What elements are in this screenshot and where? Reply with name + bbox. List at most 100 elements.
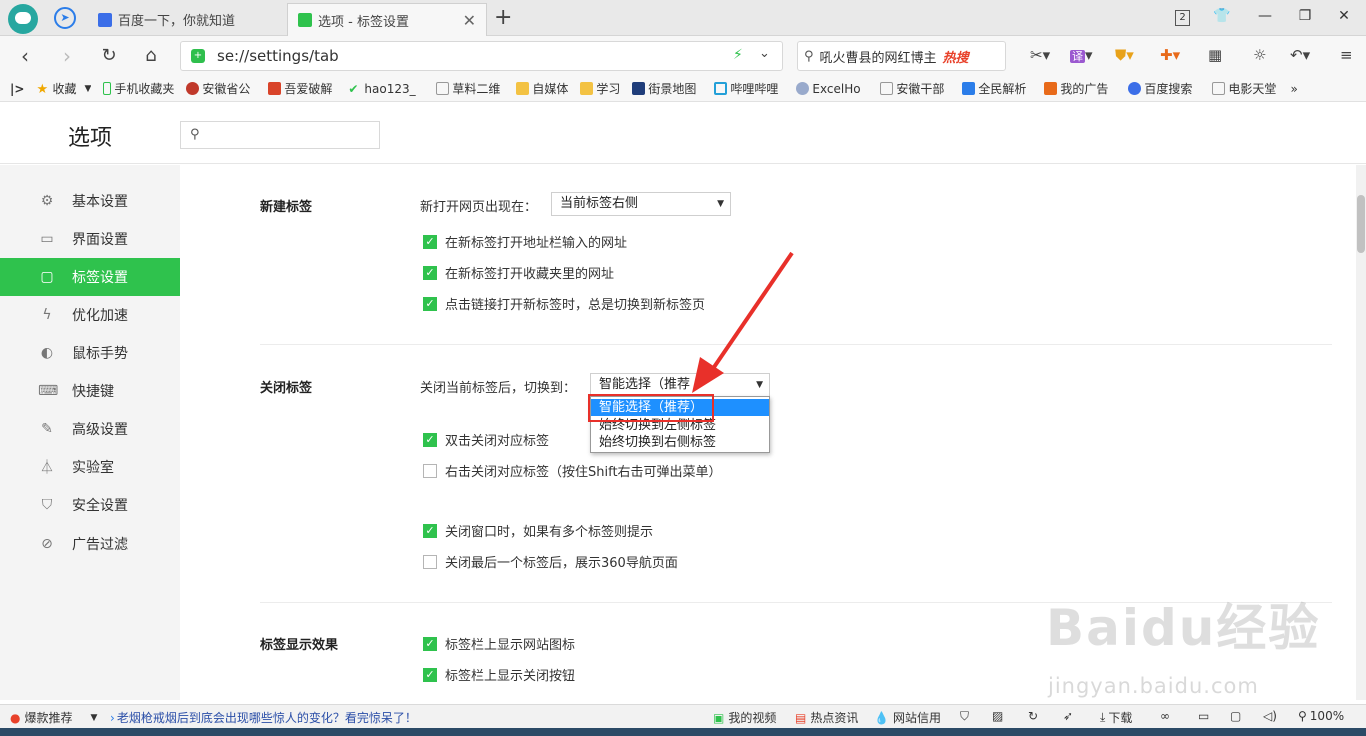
options-search-input[interactable]: ⚲: [180, 121, 380, 149]
search-input[interactable]: ⚲ 吼火曹县的网红博主 热搜: [797, 41, 1006, 71]
bookmark-item[interactable]: 我的广告: [1044, 80, 1116, 97]
bookmark-item[interactable]: ExcelHo: [796, 82, 868, 96]
refresh-icon[interactable]: ↻: [1028, 709, 1038, 723]
bookmark-item[interactable]: 安徽干部: [880, 80, 950, 97]
checkbox-rightclick-close[interactable]: 右击关闭对应标签（按住Shift右击可弹出菜单）: [423, 461, 722, 480]
bookmark-item[interactable]: 哔哩哔哩: [714, 80, 784, 97]
rocket-icon[interactable]: ➶: [1063, 709, 1073, 723]
my-video-button[interactable]: ▣ 我的视频: [713, 709, 776, 726]
gear-icon: ⚙: [40, 193, 54, 209]
game-icon[interactable]: ✚▾: [1160, 46, 1180, 64]
zoom-button[interactable]: ⚲ 100%: [1298, 709, 1344, 723]
sidebar-item-interface[interactable]: ▭ 界面设置: [0, 220, 180, 258]
apps-grid-icon[interactable]: ▦: [1208, 46, 1222, 64]
recommend-button[interactable]: ● 爆款推荐 ▼: [10, 709, 97, 726]
navigation-icon[interactable]: ➤: [54, 7, 76, 29]
bookmark-item[interactable]: 全民解析: [962, 80, 1032, 97]
volume-icon[interactable]: ◁): [1263, 709, 1277, 723]
bookmarks-more-button[interactable]: »: [1290, 82, 1297, 96]
dropdown-arrow-icon: ▼: [717, 199, 724, 209]
sidebar-item-mouse[interactable]: ◐ 鼠标手势: [0, 334, 180, 372]
bookmark-item[interactable]: ✔ hao123_: [348, 82, 424, 96]
browser-logo-icon[interactable]: [8, 4, 38, 34]
bookmark-item[interactable]: 草料二维: [436, 80, 504, 97]
bookmark-item[interactable]: 电影天堂: [1212, 80, 1276, 97]
open-position-select[interactable]: 当前标签右侧 ▼: [551, 192, 731, 216]
minimize-button[interactable]: —: [1255, 8, 1275, 24]
window-icon[interactable]: ▭: [1198, 709, 1209, 723]
shield-icon: ⛉: [41, 497, 53, 513]
sidebar-item-adblock[interactable]: ⊘ 广告过滤: [0, 525, 180, 563]
sidebar-item-basic[interactable]: ⚙ 基本设置: [0, 182, 180, 220]
download-button[interactable]: ⤓ 下载: [1100, 709, 1132, 726]
undo-icon[interactable]: ↶▾: [1290, 46, 1310, 64]
bookmark-item[interactable]: 吾爱破解: [268, 80, 336, 97]
address-bar[interactable]: + se://settings/tab ⚡ ⌄: [180, 41, 783, 71]
sidebar-item-shortcuts[interactable]: ⌨ 快捷键: [0, 372, 180, 410]
bilibili-icon: [714, 82, 728, 95]
baidu-jingyan-watermark: Baidu经验: [1046, 599, 1321, 657]
sidebar-item-security[interactable]: ⛉ 安全设置: [0, 486, 180, 524]
home-button[interactable]: ⌂: [138, 43, 164, 69]
forward-button[interactable]: ›: [54, 43, 80, 69]
hao123-icon: ✔: [348, 82, 359, 96]
wrench-icon: ✎: [41, 421, 53, 437]
checkbox-addressbar-newtab[interactable]: ✓ 在新标签打开地址栏输入的网址: [423, 232, 627, 251]
news-ticker[interactable]: › 老烟枪戒烟后到底会出现哪些惊人的变化？看完惊呆了！: [110, 709, 417, 726]
back-button[interactable]: ‹: [12, 43, 38, 69]
wallet-icon[interactable]: ⛊▾: [1115, 46, 1134, 64]
checkbox-close-window-prompt[interactable]: ✓ 关闭窗口时，如果有多个标签则提示: [423, 521, 653, 540]
bookmark-item[interactable]: 百度搜索: [1128, 80, 1200, 97]
translate-icon[interactable]: 译 ▾: [1070, 46, 1093, 64]
download-icon: ⤓: [1100, 710, 1106, 724]
tab-icon: ▢: [40, 269, 54, 285]
chevron-down-icon[interactable]: ⌄: [759, 46, 770, 61]
dropdown-option-right[interactable]: 始终切换到右侧标签: [591, 434, 769, 451]
reload-button[interactable]: ↻: [96, 43, 122, 69]
sidebar-item-speed[interactable]: ϟ 优化加速: [0, 296, 180, 334]
bookmark-item[interactable]: 自媒体: [516, 80, 568, 97]
checkbox-show-close-button[interactable]: ✓ 标签栏上显示关闭按钮: [423, 665, 575, 684]
checkbox-switch-newtab[interactable]: ✓ 点击链接打开新标签时，总是切换到新标签页: [423, 294, 705, 313]
lightning-icon[interactable]: ⚡: [733, 47, 743, 63]
sidebar-item-tabs[interactable]: ▢ 标签设置: [0, 258, 180, 296]
sidebar-toggle-icon[interactable]: |>: [10, 82, 24, 96]
close-window-button[interactable]: ✕: [1334, 8, 1354, 24]
52pojie-icon: [268, 82, 282, 95]
scrollbar-thumb[interactable]: [1357, 195, 1365, 253]
checkbox-dblclick-close[interactable]: ✓ 双击关闭对应标签: [423, 430, 549, 449]
settings-content: 新建标签 新打开网页出现在： 当前标签右侧 ▼ ✓ 在新标签打开地址栏输入的网址 ✓…: [180, 165, 1356, 700]
tab-baidu[interactable]: 百度一下，你就知道: [88, 3, 284, 36]
hot-news-button[interactable]: ▤ 热点资讯: [795, 709, 858, 726]
bookmark-item[interactable]: ★ 收藏 ▼: [36, 80, 91, 97]
shield-icon[interactable]: ⛉: [960, 709, 969, 724]
bookmark-item[interactable]: 学习: [580, 80, 620, 97]
maximize-button[interactable]: ❐: [1295, 8, 1315, 24]
fullscreen-icon[interactable]: ▢: [1230, 709, 1241, 723]
sidebar-item-advanced[interactable]: ✎ 高级设置: [0, 410, 180, 448]
bookmark-item[interactable]: 手机收藏夹: [103, 80, 174, 97]
brightness-icon[interactable]: ☼: [1253, 46, 1266, 64]
zoom-icon: ⚲: [1298, 709, 1307, 723]
tab-counter[interactable]: 2: [1175, 10, 1190, 26]
page-scrollbar[interactable]: [1356, 165, 1366, 700]
skin-icon[interactable]: 👕: [1212, 8, 1232, 24]
bookmark-item[interactable]: 街景地图: [632, 80, 702, 97]
status-bar: ● 爆款推荐 ▼ › 老烟枪戒烟后到底会出现哪些惊人的变化？看完惊呆了！ ▣ 我的视频 …: [0, 704, 1366, 728]
close-tab-icon[interactable]: ✕: [463, 11, 476, 30]
phone-icon: [103, 82, 112, 95]
page-title: 选项: [68, 126, 113, 151]
glasses-icon[interactable]: ∞: [1160, 709, 1170, 723]
checkbox-show-360-nav[interactable]: 关闭最后一个标签后，展示360导航页面: [423, 552, 678, 571]
bookmark-item[interactable]: 安徽省公: [186, 80, 256, 97]
tab-settings[interactable]: 选项 - 标签设置 ✕: [287, 3, 487, 36]
image-icon[interactable]: ▨: [992, 709, 1003, 723]
sidebar-item-lab[interactable]: ⏃ 实验室: [0, 448, 180, 486]
checkbox-favorites-newtab[interactable]: ✓ 在新标签打开收藏夹里的网址: [423, 263, 614, 282]
menu-icon[interactable]: ≡: [1340, 46, 1353, 64]
window-icon: ▭: [40, 231, 54, 247]
checkbox-show-favicon[interactable]: ✓ 标签栏上显示网站图标: [423, 634, 575, 653]
scissors-icon[interactable]: ✂▾: [1030, 46, 1050, 64]
site-credit-button[interactable]: 💧 网站信用: [874, 709, 941, 726]
new-tab-button[interactable]: +: [494, 5, 512, 30]
